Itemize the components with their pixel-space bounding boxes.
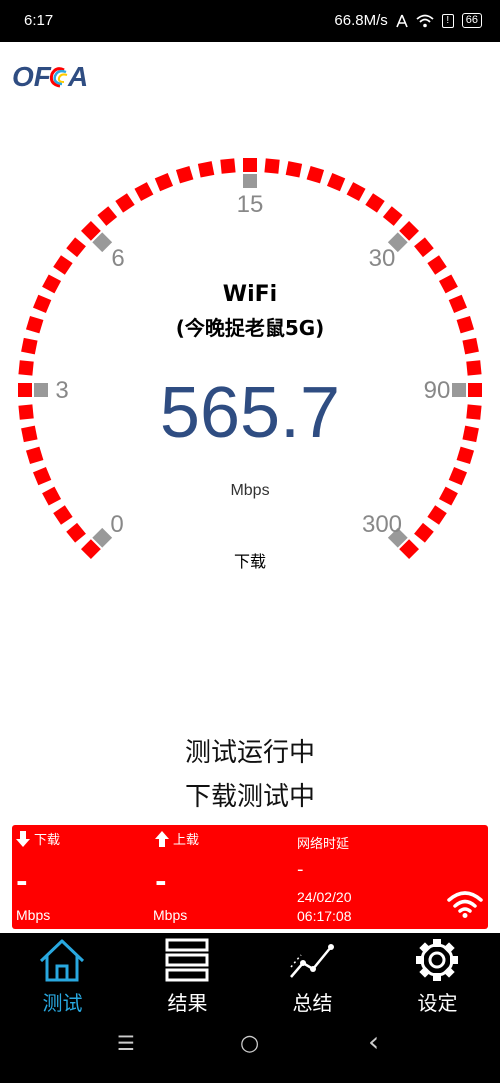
speed-gauge: 0 3 6 15 30 90 300 — [18, 158, 482, 559]
gauge-tick — [382, 206, 403, 226]
test-time: 06:17:08 — [297, 908, 352, 924]
gauge-tick — [365, 193, 385, 213]
download-title: 下载 — [14, 829, 60, 848]
gauge-tick — [306, 165, 325, 184]
gauge-tick — [414, 522, 434, 543]
gauge-tick — [97, 206, 118, 226]
gauge-tick — [197, 161, 215, 178]
scale-label-6: 6 — [111, 245, 124, 272]
nav-item-results[interactable]: 结果 — [125, 933, 250, 1023]
gauge-tick — [154, 172, 174, 192]
nav-item-test[interactable]: 测试 — [0, 933, 125, 1023]
wifi-status-icon — [416, 14, 434, 27]
gauge-tick — [427, 505, 447, 525]
ofca-logo: OF A — [12, 61, 88, 92]
test-running-status: 测试运行中 — [184, 738, 315, 768]
nav-label-results: 结果 — [167, 991, 208, 1015]
line-chart-icon — [290, 944, 334, 978]
list-icon — [165, 938, 209, 982]
battery-icon: 66 — [461, 13, 482, 28]
alert-icon: ! — [441, 13, 454, 28]
gauge-marker-15 — [243, 174, 257, 188]
speed-unit: Mbps — [230, 482, 270, 499]
download-label: 下载 — [34, 833, 61, 848]
nav-label-settings: 设定 — [417, 991, 458, 1015]
gauge-tick — [264, 158, 280, 174]
latency-result: 网络时延 - 24/02/20 06:17:08 — [297, 825, 487, 929]
home-icon — [39, 939, 85, 982]
scale-label-15: 15 — [237, 191, 264, 218]
gauge-tick — [53, 505, 73, 525]
system-home-button[interactable]: ○ — [240, 1031, 259, 1056]
gauge-tick — [115, 193, 135, 213]
gauge-tick — [414, 237, 434, 258]
gauge-tick — [285, 161, 303, 178]
signal-icon — [396, 14, 408, 27]
gauge-tick — [175, 165, 194, 184]
gauge-tick — [346, 182, 366, 202]
result-summary-panel[interactable]: 下载 - Mbps 上载 - Mbps 网络时延 - 24/02/20 06:1… — [12, 825, 488, 929]
network-name: (今晚捉老鼠5G) — [175, 316, 325, 340]
speed-value: 565.7 — [159, 373, 341, 453]
gauge-tick — [134, 182, 154, 202]
upload-result: 上载 - Mbps — [153, 825, 293, 929]
scale-label-0: 0 — [110, 511, 123, 538]
download-value: - — [16, 865, 28, 898]
svg-text:A: A — [67, 61, 88, 92]
status-time: 6:17 — [24, 12, 54, 29]
system-menu-button[interactable]: ☰ — [117, 1031, 135, 1055]
upload-unit: Mbps — [153, 907, 188, 923]
test-date: 24/02/20 — [297, 889, 352, 905]
latency-label: 网络时延 — [297, 837, 350, 852]
upload-value: - — [155, 865, 167, 898]
scale-label-30: 30 — [369, 245, 396, 272]
gear-icon — [416, 939, 458, 981]
download-unit: Mbps — [16, 907, 51, 923]
download-result: 下载 - Mbps — [14, 825, 154, 929]
nav-item-settings[interactable]: 设定 — [375, 933, 500, 1023]
upload-title: 上载 — [153, 829, 199, 848]
scale-label-300: 300 — [362, 511, 402, 538]
system-back-button[interactable]: ‹ — [368, 1025, 379, 1058]
gauge-tick — [53, 255, 73, 275]
download-test-status: 下载测试中 — [184, 782, 315, 812]
arrow-up-icon — [155, 830, 169, 847]
status-bar: 6:17 66.8M/s ! 66 — [0, 0, 500, 42]
svg-text:OF: OF — [12, 61, 52, 92]
gauge-tick — [243, 158, 257, 172]
network-speed-indicator: 66.8M/s — [334, 12, 388, 29]
gauge-tick — [66, 522, 86, 543]
nav-label-summary: 总结 — [292, 991, 333, 1015]
latency-value: - — [297, 859, 304, 880]
upload-label: 上载 — [173, 833, 200, 848]
test-direction-label: 下载 — [233, 552, 266, 571]
network-type: WiFi — [222, 282, 278, 307]
gauge-tick — [220, 158, 236, 174]
gauge-tick — [326, 172, 346, 192]
nav-item-summary[interactable]: 总结 — [250, 933, 375, 1023]
bottom-navigation: 测试 结果 总结 设定 ☰ ○ ‹ — [0, 933, 500, 1083]
nav-label-test: 测试 — [42, 991, 83, 1015]
gauge-tick — [66, 237, 86, 258]
gauge-tick — [427, 255, 447, 275]
status-right-group: 66.8M/s ! 66 — [334, 12, 482, 29]
arrow-down-icon — [16, 830, 30, 847]
wifi-icon — [447, 891, 483, 918]
